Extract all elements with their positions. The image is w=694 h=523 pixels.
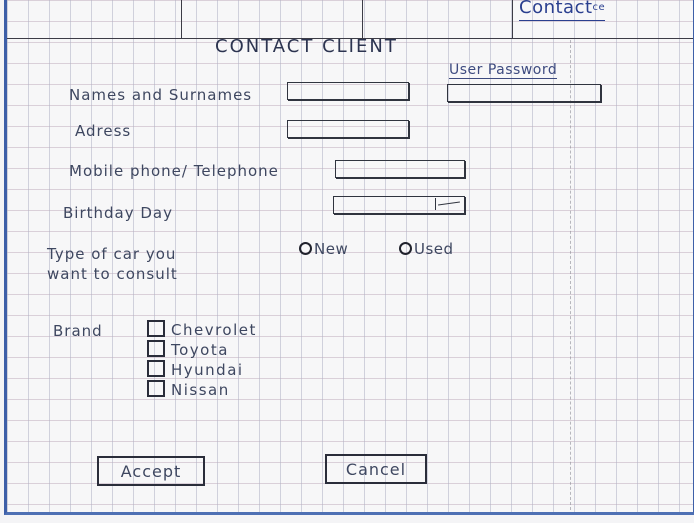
accept-button[interactable]: Accept (97, 456, 205, 486)
radio-new-label: New (314, 240, 349, 258)
address-field[interactable] (287, 120, 409, 138)
brand-option-label: Chevrolet (171, 321, 257, 339)
top-bar: Contactce (7, 0, 693, 39)
address-label: Adress (75, 122, 132, 140)
brand-label: Brand (53, 322, 103, 340)
birthday-field[interactable] (333, 196, 465, 214)
sketch-paper: Contactce CONTACT CLIENT User Password N… (4, 0, 694, 515)
checkbox-icon[interactable] (147, 380, 165, 397)
tab-contact-icon: ce (592, 2, 606, 13)
calendar-button[interactable] (435, 198, 462, 210)
radio-circle-icon (299, 242, 312, 255)
checkbox-icon[interactable] (147, 320, 165, 337)
top-bar-divider (362, 0, 363, 38)
car-type-label-line2: want to consult (47, 265, 178, 283)
top-bar-divider (181, 0, 182, 38)
brand-checklist: Chevrolet Toyota Hyundai Nissan (147, 320, 257, 400)
birthday-label: Birthday Day (63, 204, 173, 222)
phone-label: Mobile phone/ Telephone (69, 162, 279, 180)
car-type-label-line1: Type of car you (47, 245, 177, 263)
top-bar-divider (512, 0, 513, 38)
radio-circle-icon (399, 242, 412, 255)
brand-option-chevrolet[interactable]: Chevrolet (147, 320, 257, 340)
page-title: CONTACT CLIENT (215, 36, 398, 57)
checkbox-icon[interactable] (147, 360, 165, 377)
names-surnames-label: Names and Surnames (69, 86, 253, 104)
tab-contact-label: Contact (519, 0, 593, 18)
brand-option-label: Nissan (171, 381, 230, 399)
radio-used[interactable]: Used (399, 240, 454, 258)
tab-contact[interactable]: Contactce (519, 0, 606, 21)
brand-option-label: Toyota (171, 341, 229, 359)
radio-used-label: Used (414, 240, 454, 258)
car-type-label: Type of car you want to consult (47, 244, 178, 284)
user-password-field[interactable] (447, 84, 601, 102)
checkbox-icon[interactable] (147, 340, 165, 357)
brand-option-toyota[interactable]: Toyota (147, 340, 257, 360)
cancel-button[interactable]: Cancel (325, 454, 427, 484)
brand-option-hyundai[interactable]: Hyundai (147, 360, 257, 380)
brand-option-nissan[interactable]: Nissan (147, 380, 257, 400)
brand-option-label: Hyundai (171, 361, 244, 379)
margin-line (570, 40, 571, 510)
radio-new[interactable]: New (299, 240, 348, 258)
user-password-label: User Password (449, 62, 558, 79)
phone-field[interactable] (335, 160, 465, 178)
names-surnames-field[interactable] (287, 82, 409, 100)
